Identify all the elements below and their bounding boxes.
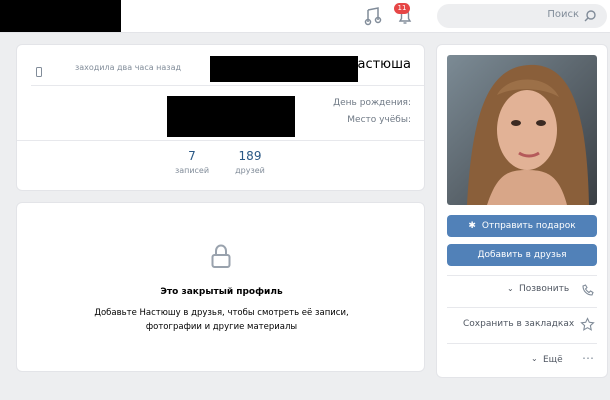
phone-device-icon [33,63,45,77]
send-gift-label: Отправить подарок [481,221,576,231]
chevron-down-icon: ⌄ [531,354,538,363]
music-icon[interactable] [364,6,382,26]
closed-profile-title: Это закрытый профиль [160,287,283,297]
education-label: Место учёбы: [347,115,411,125]
search-placeholder: Поиск [547,9,579,20]
closed-profile-text-line1: Добавьте Настюшу в друзья, чтобы смотрет… [94,308,349,318]
posts-count: 7 [188,149,196,163]
birthday-label: День рождения: [333,98,411,108]
add-friend-label: Добавить в друзья [477,250,567,260]
last-seen-status: заходила два часа назад [74,63,181,72]
gift-icon: ✱ [468,221,476,231]
closed-profile-description: Добавьте Настюшу в друзья, чтобы смотрет… [17,306,426,334]
profile-info-card: заходила два часа назад Настюша День рож… [16,44,425,191]
bookmark-item[interactable]: Сохранить в закладках [437,309,609,339]
closed-profile-card: Это закрытый профиль Добавьте Настюшу в … [16,202,425,372]
more-item[interactable]: ⌄ Ещё ⋯ [437,345,609,375]
call-label: Позвонить [519,284,570,294]
redacted-info-values [167,96,295,137]
profile-avatar[interactable] [447,55,597,205]
divider [447,307,597,308]
bookmark-label: Сохранить в закладках [463,319,575,329]
redacted-logo [0,0,121,32]
search-icon [584,10,596,22]
posts-counter[interactable]: 7 записей [169,149,215,175]
divider [31,85,424,86]
more-dots-icon: ⋯ [582,351,594,365]
add-friend-button[interactable]: Добавить в друзья [447,244,597,266]
friends-counter[interactable]: 189 друзей [227,149,273,175]
star-icon [580,317,595,331]
chevron-down-icon: ⌄ [507,284,514,293]
closed-profile-text-line2: фотографии и другие материалы [145,322,298,332]
divider [17,140,424,141]
notifications-button[interactable]: 11 [392,3,418,29]
search-input[interactable]: Поиск [437,4,607,28]
friends-count: 189 [238,149,262,163]
more-label: Ещё [543,355,563,365]
profile-sidebar: ✱ Отправить подарок Добавить в друзья ⌄ П… [436,44,608,378]
call-item[interactable]: ⌄ Позвонить [437,275,609,305]
send-gift-button[interactable]: ✱ Отправить подарок [447,215,597,237]
redacted-surname [210,56,358,82]
notification-badge: 11 [394,3,410,14]
lock-icon [206,241,236,271]
profile-name: Настюша [347,57,411,72]
friends-label: друзей [235,166,265,175]
posts-label: записей [174,166,210,175]
phone-icon [582,284,594,296]
divider [447,343,597,344]
